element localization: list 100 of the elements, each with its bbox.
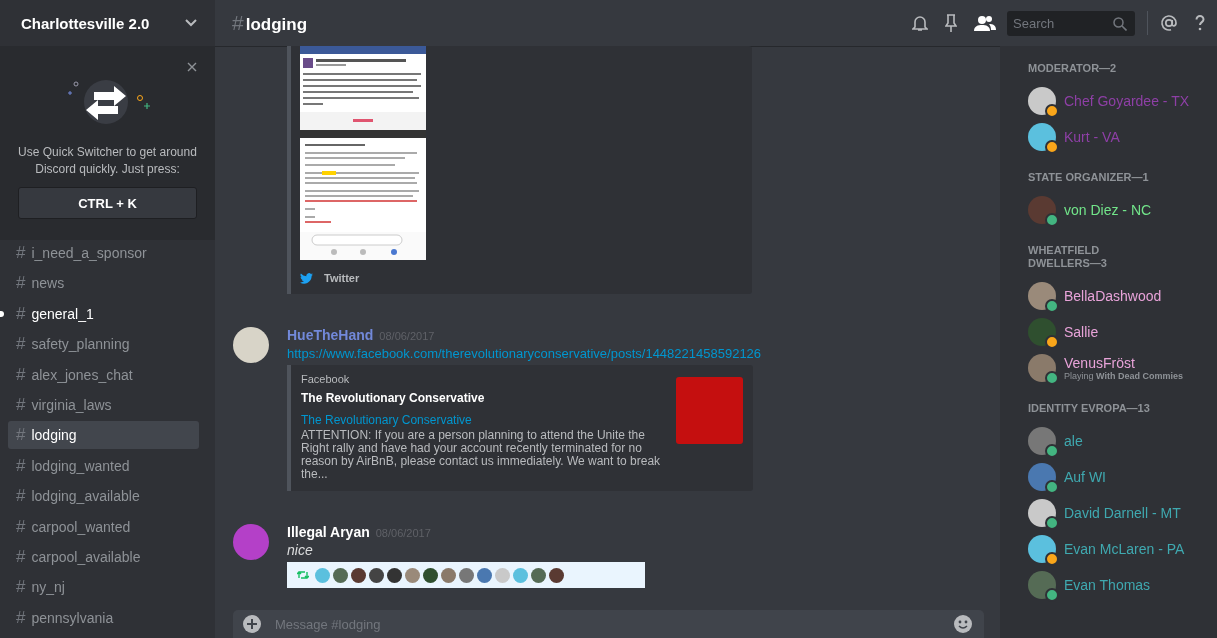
embed-description: ATTENTION: If you are a person planning to attend the Unite the Right rally and have had your account recently terminated for no reason by AirBnB, please contact us immediately. We want to break the... — [301, 429, 662, 481]
member-avatar[interactable] — [1028, 87, 1056, 115]
member-avatar[interactable] — [1028, 318, 1056, 346]
member-name[interactable]: Evan Thomas — [1064, 577, 1151, 593]
channel-name: lodging — [31, 427, 77, 444]
channel-name: news — [31, 275, 65, 292]
channel-item[interactable]: # virginia_laws — [8, 390, 199, 419]
embed-provider: Facebook — [301, 373, 351, 385]
avatar-icon — [369, 567, 384, 583]
search-icon — [1113, 16, 1127, 31]
hash-symbol: # — [16, 364, 26, 385]
hash-symbol: # — [16, 577, 26, 598]
channel-item[interactable]: # carpool_wanted — [8, 512, 199, 541]
member-avatar[interactable] — [1028, 354, 1056, 382]
retweet-icon — [297, 570, 309, 580]
hash-symbol: # — [16, 516, 26, 537]
channel-name: pennsylvania — [31, 609, 114, 626]
avatar-icon — [441, 567, 456, 583]
author-name[interactable]: Illegal Aryan — [287, 524, 370, 540]
help-icon[interactable] — [1195, 15, 1205, 31]
hash-symbol: # — [16, 425, 26, 446]
channel-name: general_1 — [31, 305, 94, 322]
channel-item[interactable]: # alex_jones_chat — [8, 360, 199, 389]
channel-item[interactable]: # carpool_available — [8, 542, 199, 571]
role-heading: MODERATOR—2 — [1028, 62, 1118, 75]
channel-name: lodging_wanted — [31, 457, 130, 474]
hash-symbol: # — [16, 455, 26, 476]
channel-item[interactable]: # pennsylvania — [8, 603, 199, 632]
member-name[interactable]: VenusFröst — [1064, 355, 1183, 371]
hash-symbol: # — [16, 607, 26, 628]
member-avatar[interactable] — [1028, 571, 1056, 599]
avatar-icon — [513, 567, 528, 583]
hash-symbol: # — [232, 11, 244, 35]
bird-icon — [300, 272, 313, 284]
member-name[interactable]: Evan McLaren - PA — [1064, 541, 1185, 557]
chevron-down-icon — [185, 19, 197, 27]
server-name: Charlottesville 2.0 — [21, 14, 150, 32]
embed-footer: Twitter — [324, 272, 360, 284]
avatar-icon — [315, 567, 330, 583]
avatar-icon — [549, 567, 564, 583]
member-avatar[interactable] — [1028, 463, 1056, 491]
avatar-icon — [333, 567, 348, 583]
bell-icon[interactable] — [912, 14, 928, 32]
channel-item[interactable]: # ny_nj — [8, 573, 199, 602]
unread-dot — [0, 310, 4, 317]
channel-name: ny_nj — [31, 579, 65, 596]
member-avatar[interactable] — [1028, 535, 1056, 563]
avatar-icon — [531, 567, 546, 583]
hash-symbol: # — [16, 243, 26, 263]
embed-title: The Revolutionary Conservative — [301, 391, 486, 405]
member-name[interactable]: Sallie — [1064, 324, 1099, 340]
members-icon[interactable] — [974, 15, 996, 31]
channel-item[interactable]: # lodging_wanted — [8, 451, 199, 480]
avatar[interactable] — [233, 327, 269, 363]
member-name[interactable]: BellaDashwood — [1064, 288, 1162, 304]
channel-title: lodging — [245, 15, 308, 35]
avatar-icon — [351, 567, 366, 583]
channel-name: virginia_laws — [31, 396, 112, 413]
member-name[interactable]: David Darnell - MT — [1064, 505, 1181, 521]
avatar-icon — [423, 567, 438, 583]
close-icon[interactable] — [187, 62, 197, 72]
member-avatar[interactable] — [1028, 282, 1056, 310]
hash-symbol: # — [16, 334, 26, 355]
hash-symbol: # — [16, 394, 26, 415]
member-activity: Playing With Dead Commies — [1064, 371, 1183, 381]
mention-icon[interactable] — [1160, 14, 1178, 32]
shortcut-key: CTRL + K — [18, 187, 197, 219]
plus-icon[interactable] — [243, 615, 261, 633]
channel-item[interactable]: # lodging — [8, 421, 199, 450]
channel-item[interactable]: # general_1 — [8, 299, 199, 328]
member-name[interactable]: von Diez - NC — [1064, 202, 1152, 218]
avatar-icon — [405, 567, 420, 583]
channel-item[interactable]: # lodging_available — [8, 482, 199, 511]
channel-item[interactable]: # safety_planning — [8, 330, 199, 359]
channel-item[interactable]: # news — [8, 269, 199, 298]
member-name[interactable]: Auf WI — [1064, 469, 1106, 485]
message-link[interactable]: https://www.facebook.com/therevolutionaryconservative/posts/1448221458592126 — [287, 346, 983, 361]
avatar-icon — [459, 567, 474, 583]
member-avatar[interactable] — [1028, 499, 1056, 527]
channel-name: lodging_available — [31, 488, 140, 505]
search-field[interactable]: Search — [1007, 10, 1135, 36]
channel-name: carpool_wanted — [31, 518, 131, 535]
pin-icon[interactable] — [945, 14, 957, 32]
hash-symbol: # — [16, 546, 26, 567]
channel-name: safety_planning — [31, 336, 130, 353]
member-name[interactable]: ale — [1064, 433, 1083, 449]
member-avatar[interactable] — [1028, 196, 1056, 224]
embed-link[interactable]: The Revolutionary Conservative — [301, 413, 668, 427]
quick-switcher-hint: Use Quick Switcher to get around Discord quickly. Just press: — [18, 144, 197, 178]
channel-name: i_need_a_sponsor — [31, 245, 147, 261]
emoji-icon[interactable] — [954, 615, 972, 633]
member-avatar[interactable] — [1028, 123, 1056, 151]
hash-symbol: # — [16, 486, 26, 507]
channel-name: carpool_available — [31, 548, 141, 565]
hash-symbol: # — [16, 303, 26, 324]
author-name[interactable]: HueTheHand — [287, 327, 374, 343]
channel-name: alex_jones_chat — [31, 366, 133, 383]
member-avatar[interactable] — [1028, 427, 1056, 455]
channel-item[interactable]: # i_need_a_sponsor — [8, 239, 199, 267]
avatar-icon — [477, 567, 492, 583]
